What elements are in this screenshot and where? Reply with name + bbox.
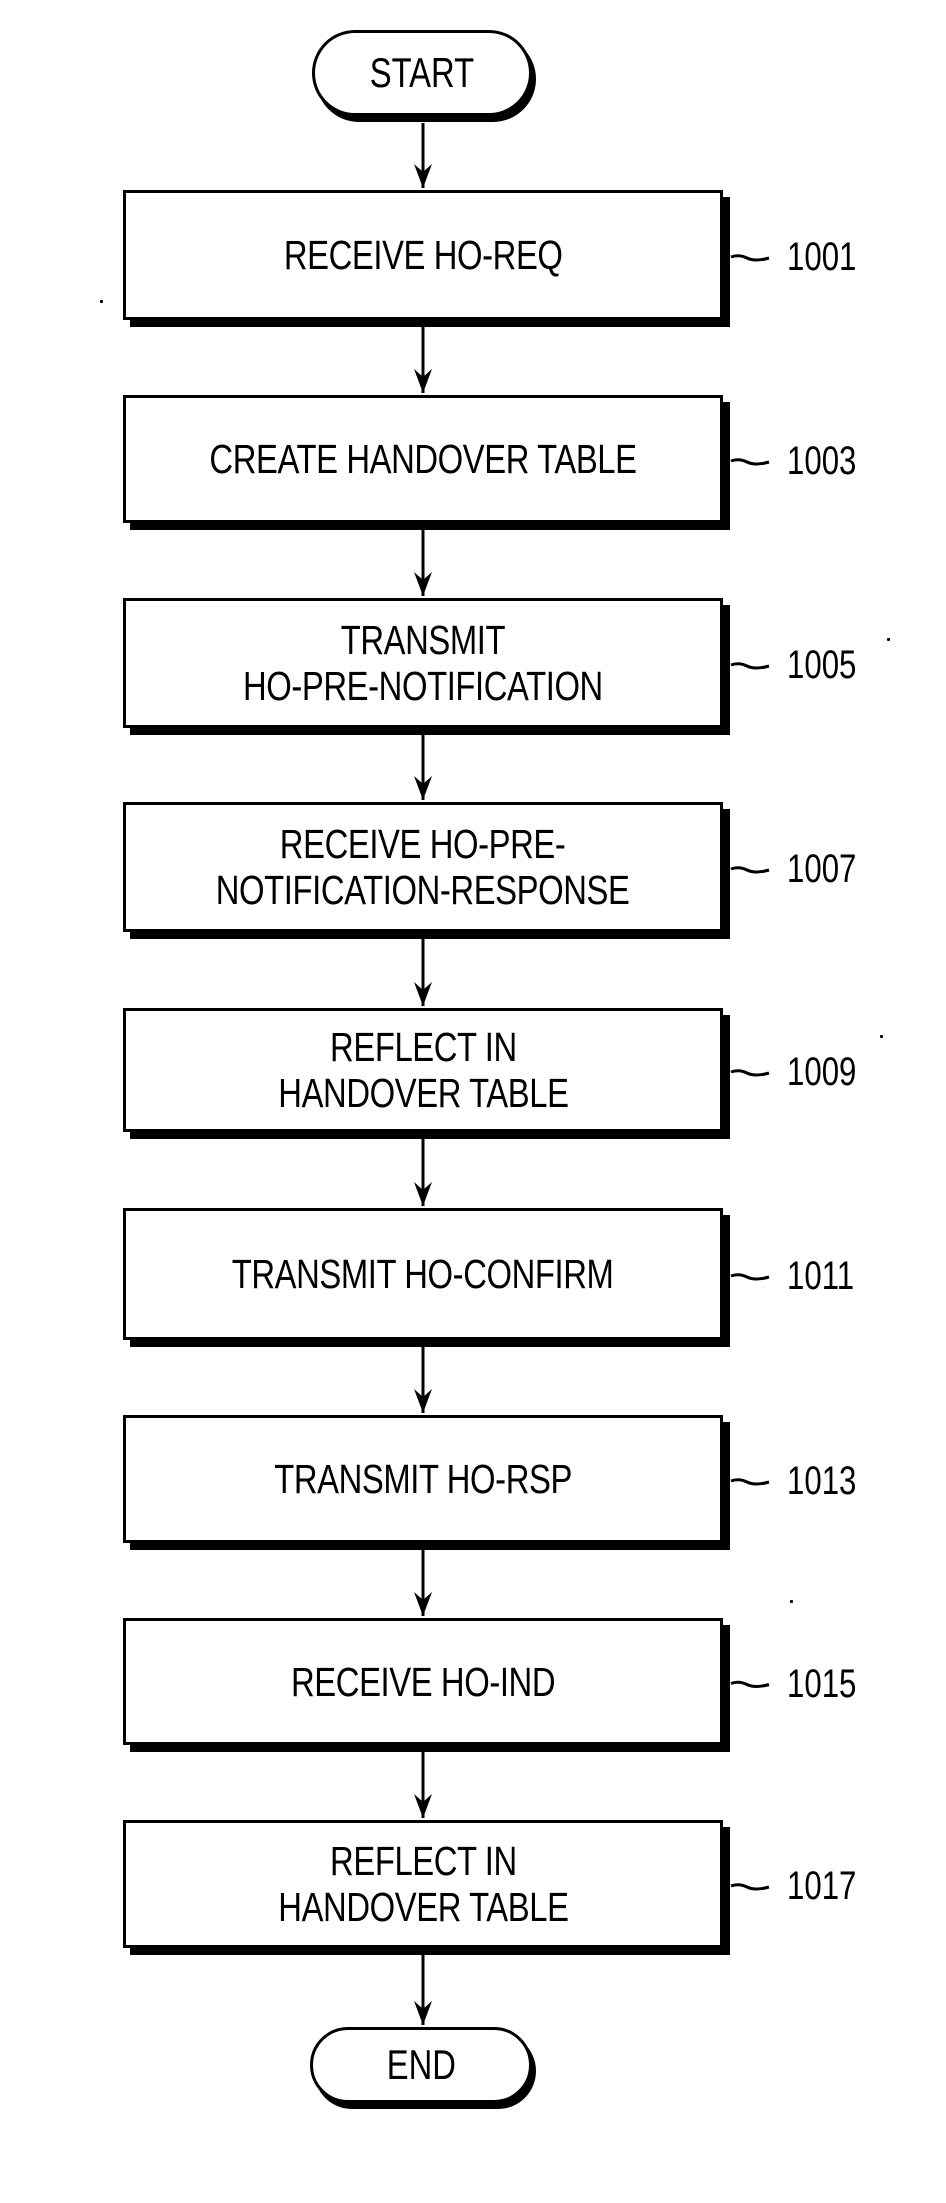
step-text: RECEIVE HO-IND — [290, 1658, 556, 1705]
leader-line — [730, 866, 770, 874]
reference-numeral: 1017 — [787, 1864, 857, 1908]
arrowhead-icon — [414, 164, 432, 188]
reference-numeral: 1013 — [787, 1459, 857, 1503]
step-text: RECEIVE HO-PRE- NOTIFICATION-RESPONSE — [216, 821, 630, 913]
arrowhead-icon — [414, 1389, 432, 1413]
step-text: CREATE HANDOVER TABLE — [209, 436, 637, 482]
step-text: REFLECT IN HANDOVER TABLE — [277, 1838, 569, 1930]
leader-line — [730, 254, 770, 262]
leader-line — [730, 1680, 770, 1688]
end-terminal: END — [310, 2027, 532, 2103]
scan-speck — [100, 300, 103, 303]
reference-numeral: 1003 — [787, 439, 857, 483]
arrowhead-icon — [414, 1592, 432, 1616]
step-receive-ho-pre-notification-response: RECEIVE HO-PRE- NOTIFICATION-RESPONSE — [123, 802, 723, 932]
step-text: TRANSMIT HO-PRE-NOTIFICATION — [243, 617, 603, 709]
scan-speck — [880, 1035, 883, 1038]
arrowhead-icon — [414, 572, 432, 596]
step-text: TRANSMIT HO-CONFIRM — [232, 1251, 614, 1297]
step-transmit-ho-pre-notification: TRANSMIT HO-PRE-NOTIFICATION — [123, 598, 723, 728]
arrowhead-icon — [414, 982, 432, 1006]
leader-line — [730, 1883, 770, 1891]
step-create-handover-table: CREATE HANDOVER TABLE — [123, 395, 723, 523]
step-text: RECEIVE HO-REQ — [283, 232, 563, 278]
step-transmit-ho-confirm: TRANSMIT HO-CONFIRM — [123, 1208, 723, 1340]
reference-numeral: 1015 — [787, 1661, 857, 1706]
start-label: START — [369, 49, 475, 96]
arrowhead-icon — [414, 1182, 432, 1206]
scan-speck — [790, 1600, 793, 1603]
leader-line — [730, 1478, 770, 1486]
step-reflect-in-handover-table: REFLECT IN HANDOVER TABLE — [123, 1008, 723, 1132]
arrowhead-icon — [414, 1794, 432, 1818]
reference-numeral: 1005 — [787, 643, 857, 687]
arrowhead-icon — [414, 776, 432, 800]
scan-speck — [887, 638, 890, 641]
step-reflect-in-handover-table-final: REFLECT IN HANDOVER TABLE — [123, 1820, 723, 1948]
leader-line — [730, 662, 770, 670]
leader-line — [730, 1273, 770, 1281]
reference-numeral: 1009 — [787, 1050, 857, 1094]
arrowhead-icon — [414, 369, 432, 393]
start-terminal: START — [312, 30, 532, 116]
leader-line — [730, 458, 770, 466]
leader-line — [730, 1069, 770, 1077]
step-receive-ho-ind: RECEIVE HO-IND — [123, 1618, 723, 1745]
step-text: TRANSMIT HO-RSP — [274, 1456, 572, 1502]
step-text: REFLECT IN HANDOVER TABLE — [277, 1024, 569, 1116]
end-label: END — [386, 2041, 456, 2088]
reference-numeral: 1001 — [787, 235, 857, 279]
reference-numeral: 1011 — [787, 1254, 855, 1298]
flowchart: START RECEIVE HO-REQ CREATE HANDOVER TAB… — [0, 0, 946, 2203]
reference-numeral: 1007 — [787, 847, 857, 891]
step-receive-ho-req: RECEIVE HO-REQ — [123, 190, 723, 320]
step-transmit-ho-rsp: TRANSMIT HO-RSP — [123, 1415, 723, 1543]
arrowhead-icon — [414, 2001, 432, 2025]
